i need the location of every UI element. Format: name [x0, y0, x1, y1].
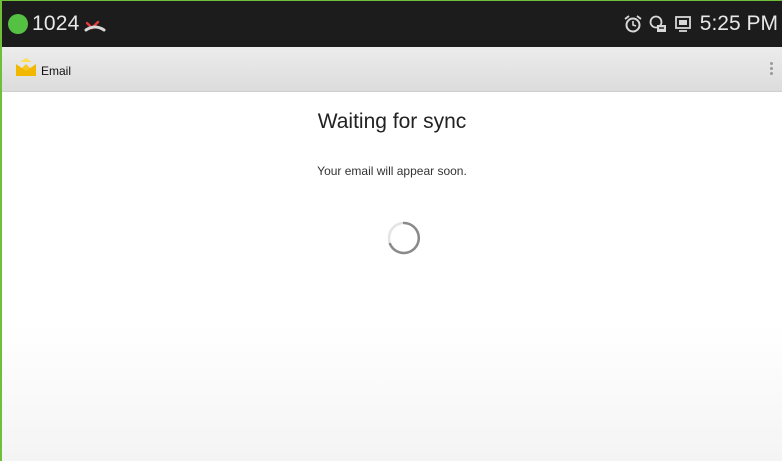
- app-title: Email: [41, 64, 72, 78]
- sync-subtitle: Your email will appear soon.: [317, 164, 467, 178]
- missed-call-icon: [84, 20, 106, 32]
- notification-counter: 1024: [32, 12, 80, 35]
- status-bar: 1024 5:25 PM: [2, 1, 782, 47]
- overflow-menu-icon[interactable]: [770, 62, 774, 76]
- status-left-group: 1024: [8, 10, 106, 38]
- action-bar: Email: [2, 47, 782, 92]
- loading-spinner-icon: [387, 221, 421, 255]
- status-right-group: 5:25 PM: [623, 10, 778, 38]
- sync-content: Waiting for sync Your email will appear …: [2, 92, 782, 461]
- status-time: 5:25 PM: [699, 12, 778, 35]
- device-frame: 1024 5:25 PM Email Waiting for sync Your…: [0, 0, 782, 461]
- sync-title: Waiting for sync: [317, 110, 467, 133]
- sync-icon: [649, 15, 666, 32]
- notification-dot-icon: [8, 14, 28, 34]
- alarm-icon: [624, 15, 642, 33]
- email-app-icon[interactable]: [14, 56, 38, 80]
- screen-icon: [674, 16, 691, 32]
